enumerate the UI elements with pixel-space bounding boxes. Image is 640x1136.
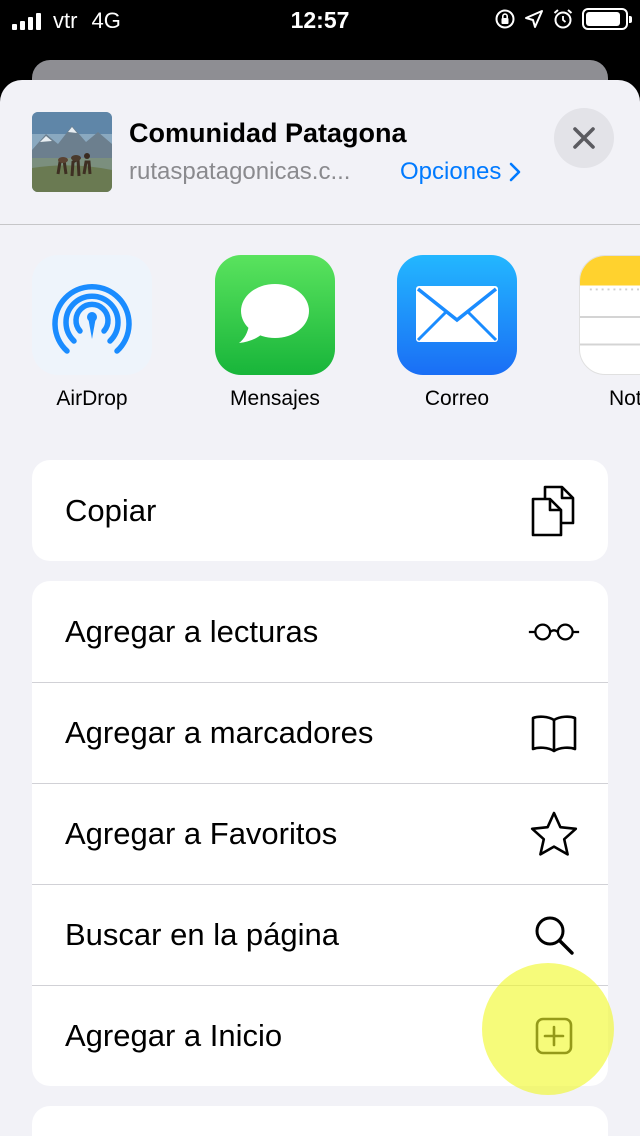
notes-icon [579, 255, 640, 375]
star-icon [528, 808, 580, 860]
close-icon [573, 127, 595, 149]
share-header: Comunidad Patagona rutaspatagonicas.c...… [0, 80, 640, 225]
app-messages[interactable]: Mensajes [215, 255, 335, 411]
action-group-copy: Copiar [32, 460, 608, 561]
action-label: Agregar a Favoritos [65, 816, 338, 851]
options-button[interactable]: Opciones [400, 158, 521, 186]
alarm-icon [553, 9, 573, 29]
close-button[interactable] [554, 108, 614, 168]
page-title: Comunidad Patagona [129, 118, 407, 148]
status-right [494, 8, 632, 30]
location-arrow-icon [525, 10, 543, 28]
copy-icon [528, 485, 580, 537]
app-airdrop[interactable]: AirDrop [32, 255, 152, 411]
action-label: Copiar [65, 492, 157, 528]
app-label-notes: Not [609, 387, 640, 410]
status-bar: vtr 4G 12:57 [0, 0, 640, 42]
action-label: Agregar a Inicio [65, 1018, 283, 1053]
action-label: Agregar a lecturas [65, 613, 319, 649]
tap-highlight [482, 963, 614, 1095]
action-copy[interactable]: Copiar [32, 460, 608, 561]
action-add-bookmark[interactable]: Agregar a marcadores [32, 682, 608, 783]
action-add-favorites[interactable]: Agregar a Favoritos [32, 783, 608, 884]
mail-icon [397, 255, 517, 375]
app-mail[interactable]: Correo [397, 255, 517, 411]
app-label-messages: Mensajes [230, 387, 320, 410]
options-label: Opciones [400, 158, 502, 185]
book-icon [528, 707, 580, 759]
search-icon [528, 909, 580, 961]
airdrop-icon [32, 255, 152, 375]
action-group-more [32, 1106, 608, 1136]
chevron-right-icon [510, 162, 521, 182]
glasses-icon [528, 606, 580, 658]
action-label: Buscar en la página [65, 917, 340, 952]
app-notes[interactable]: Not [579, 255, 640, 411]
rotation-lock-icon [495, 9, 515, 29]
app-label-airdrop: AirDrop [56, 387, 128, 410]
app-share-row: AirDrop Mensajes Correo Not [0, 225, 640, 440]
action-label: Agregar a marcadores [65, 715, 374, 750]
messages-icon [215, 255, 335, 375]
page-thumbnail [32, 112, 112, 192]
page-url: rutaspatagonicas.c... [129, 158, 351, 185]
action-add-reading-list[interactable]: Agregar a lecturas [32, 581, 608, 682]
app-label-mail: Correo [424, 387, 490, 410]
battery-icon [582, 8, 632, 30]
